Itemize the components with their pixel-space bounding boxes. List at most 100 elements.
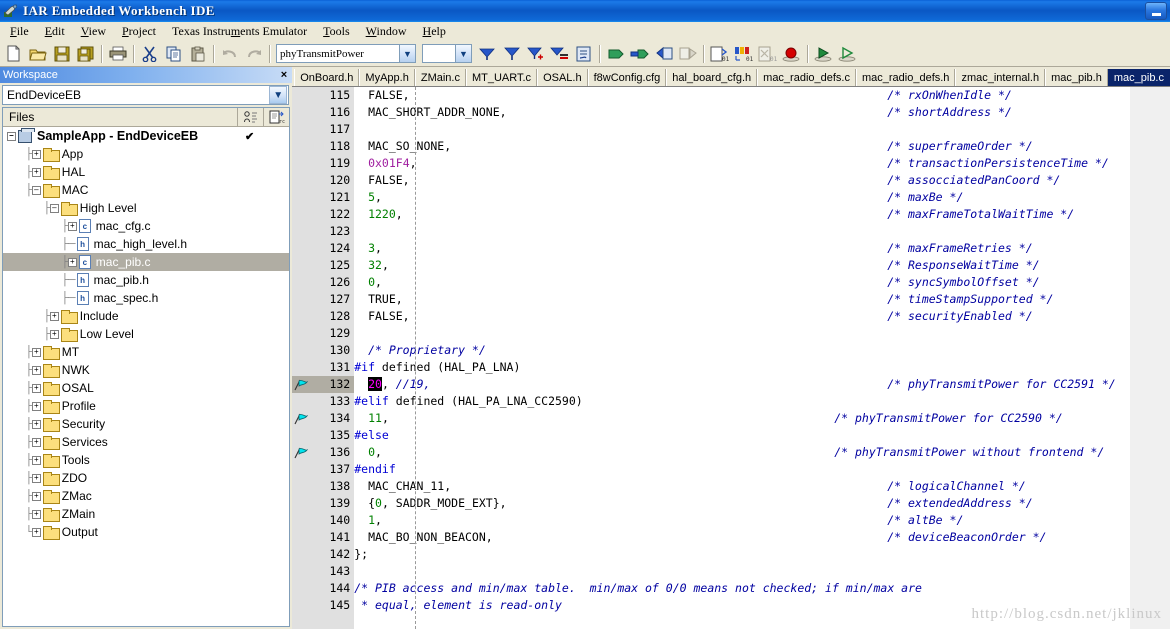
minimize-button[interactable]	[1145, 2, 1167, 20]
bookmark-gutter-row[interactable]	[292, 376, 313, 393]
tree-item-zmac[interactable]: ├ + ZMac	[3, 487, 289, 505]
editor-tab-mt-uart-c[interactable]: MT_UART.c	[465, 69, 538, 86]
code-line[interactable]	[354, 563, 1170, 580]
tree-toggle-plus[interactable]: +	[31, 419, 41, 429]
code-line[interactable]	[354, 325, 1170, 342]
menu-texas-instruments-emulator[interactable]: Texas Instruments Emulator	[164, 22, 315, 41]
find-next-icon[interactable]	[476, 43, 499, 65]
code-line[interactable]: TRUE, /* timeStampSupported */	[354, 291, 1170, 308]
cut-scissors-icon[interactable]	[138, 43, 161, 65]
bookmark-gutter-row[interactable]	[292, 155, 312, 172]
code-line[interactable]: FALSE, /* assocciatedPanCoord */	[354, 172, 1170, 189]
editor-tab-f8wconfig-cfg[interactable]: f8wConfig.cfg	[587, 69, 667, 86]
search-scope-combo[interactable]: ▼	[422, 44, 472, 63]
bookmark-gutter-row[interactable]	[292, 495, 312, 512]
bookmark-gutter-row[interactable]	[292, 478, 312, 495]
editor-tab-mac-radio-defs-h[interactable]: mac_radio_defs.h	[855, 69, 956, 86]
find-add-icon[interactable]	[524, 43, 547, 65]
tree-item-high-level[interactable]: ├ – High Level	[3, 199, 289, 217]
code-editor[interactable]: 115 116 117 118 119 120 121 122 123 124 125 126 127 1…	[292, 86, 1170, 629]
bookmark-gutter-row[interactable]	[292, 580, 312, 597]
tree-toggle-plus[interactable]: +	[31, 347, 41, 357]
tree-root-project[interactable]: – SampleApp - EndDeviceEB ✔	[3, 127, 289, 145]
bookmark-gutter-row[interactable]	[292, 308, 312, 325]
replace-icon[interactable]	[572, 43, 595, 65]
file-info-icon[interactable]: rc	[263, 108, 289, 126]
bookmark-gutter-row[interactable]	[292, 325, 312, 342]
tree-toggle-plus[interactable]: +	[49, 311, 59, 321]
tree-item-zdo[interactable]: ├+ZDO✳	[3, 469, 289, 487]
editor-tab-osal-h[interactable]: OSAL.h	[537, 69, 588, 86]
tree-toggle-plus[interactable]: +	[31, 167, 41, 177]
menu-tools[interactable]: Tools	[315, 22, 358, 41]
tree-toggle-minus[interactable]: –	[7, 131, 16, 141]
copy-icon[interactable]	[162, 43, 185, 65]
project-config-combo[interactable]: EndDeviceEB ▼	[2, 85, 290, 105]
code-line[interactable]: 1220, /* maxFrameTotalWaitTime */	[354, 206, 1170, 223]
tree-item-output[interactable]: └ + Output	[3, 523, 289, 541]
code-line[interactable]: #elif defined (HAL_PA_LNA_CC2590)	[354, 393, 1170, 410]
stop-build-icon[interactable]: 01	[732, 43, 755, 65]
new-document-icon[interactable]	[2, 43, 25, 65]
code-line[interactable]: 20, //19, /* phyTransmitPower for CC2591 …	[354, 376, 1170, 393]
editor-tab-myapp-h[interactable]: MyApp.h	[359, 69, 415, 86]
tree-item-include[interactable]: ├ + Include	[3, 307, 289, 325]
bookmark-gutter-row[interactable]	[292, 529, 312, 546]
menu-edit[interactable]: Edit	[37, 22, 73, 41]
tree-item-profile[interactable]: ├ + Profile	[3, 397, 289, 415]
code-line[interactable]: /* PIB access and min/max table. min/max…	[354, 580, 1170, 597]
tree-item-mac-high-level.h[interactable]: ├ ─ h mac_high_level.h	[3, 235, 289, 253]
build-all-icon[interactable]: 01	[708, 43, 731, 65]
tree-item-services[interactable]: ├ + Services	[3, 433, 289, 451]
editor-tab-mac-pib-c[interactable]: mac_pib.c	[1107, 69, 1170, 86]
build-status-icon[interactable]	[237, 108, 263, 126]
tree-toggle-minus[interactable]: –	[31, 185, 41, 195]
code-line[interactable]: {0, SADDR_MODE_EXT}, /* extendedAddress *…	[354, 495, 1170, 512]
menu-window[interactable]: Window	[358, 22, 415, 41]
debug-without-download-icon[interactable]	[836, 43, 859, 65]
tree-item-mac-pib.h[interactable]: ├ ─ h mac_pib.h	[3, 271, 289, 289]
tree-item-osal[interactable]: ├+OSAL✳	[3, 379, 289, 397]
code-line[interactable]	[354, 223, 1170, 240]
tree-toggle-minus[interactable]: –	[49, 203, 59, 213]
code-line[interactable]: /* Proprietary */	[354, 342, 1170, 359]
save-icon[interactable]	[50, 43, 73, 65]
project-tree[interactable]: –SampleApp - EndDeviceEB✔├+App✳├+HAL✳├–M…	[3, 127, 290, 626]
bookmark-gutter-row[interactable]	[292, 342, 312, 359]
bookmark-gutter-row[interactable]	[292, 257, 312, 274]
tree-toggle-plus[interactable]: +	[67, 257, 77, 267]
code-line[interactable]	[354, 121, 1170, 138]
tree-item-mac[interactable]: ├ – MAC	[3, 181, 289, 199]
tree-toggle-plus[interactable]: +	[49, 329, 59, 339]
editor-tab-hal-board-cfg-h[interactable]: hal_board_cfg.h	[666, 69, 758, 86]
tree-item-mac-pib.c[interactable]: ├+cmac_pib.c✳	[3, 253, 290, 271]
tree-toggle-plus[interactable]: +	[31, 383, 41, 393]
tree-item-nwk[interactable]: ├+NWK✳	[3, 361, 289, 379]
tree-toggle-plus[interactable]: +	[31, 509, 41, 519]
bookmark-gutter-row[interactable]	[292, 291, 312, 308]
tree-item-zmain[interactable]: ├+ZMain✳	[3, 505, 289, 523]
bookmark-gutter-row[interactable]	[292, 87, 312, 104]
code-line[interactable]: MAC_SO_NONE, /* superframeOrder */	[354, 138, 1170, 155]
undo-arrow-icon[interactable]	[218, 43, 241, 65]
code-line[interactable]: #else	[354, 427, 1170, 444]
bookmark-gutter-row[interactable]	[292, 240, 312, 257]
bookmark-gutter-row[interactable]	[292, 427, 312, 444]
make-icon[interactable]	[628, 43, 651, 65]
bookmark-gutter-row[interactable]	[292, 546, 312, 563]
bookmark-gutter-row[interactable]	[292, 393, 312, 410]
tree-toggle-plus[interactable]: +	[31, 527, 41, 537]
bookmark-gutter-row[interactable]	[292, 444, 312, 461]
tree-item-low-level[interactable]: ├+Low Level✳	[3, 325, 289, 343]
bookmark-gutter-row[interactable]	[292, 461, 312, 478]
tree-toggle-plus[interactable]: +	[31, 365, 41, 375]
code-line[interactable]: 0x01F4, /* transactionPersistenceTime */	[354, 155, 1170, 172]
bookmark-gutter-row[interactable]	[292, 206, 312, 223]
save-all-icon[interactable]	[74, 43, 97, 65]
code-line[interactable]: 1, /* altBe */	[354, 512, 1170, 529]
bookmark-gutter-row[interactable]	[292, 189, 312, 206]
toggle-breakpoint-icon[interactable]	[780, 43, 803, 65]
editor-tab-zmac-internal-h[interactable]: zmac_internal.h	[955, 69, 1046, 86]
bookmark-gutter-row[interactable]	[292, 138, 312, 155]
menu-project[interactable]: Project	[114, 22, 164, 41]
